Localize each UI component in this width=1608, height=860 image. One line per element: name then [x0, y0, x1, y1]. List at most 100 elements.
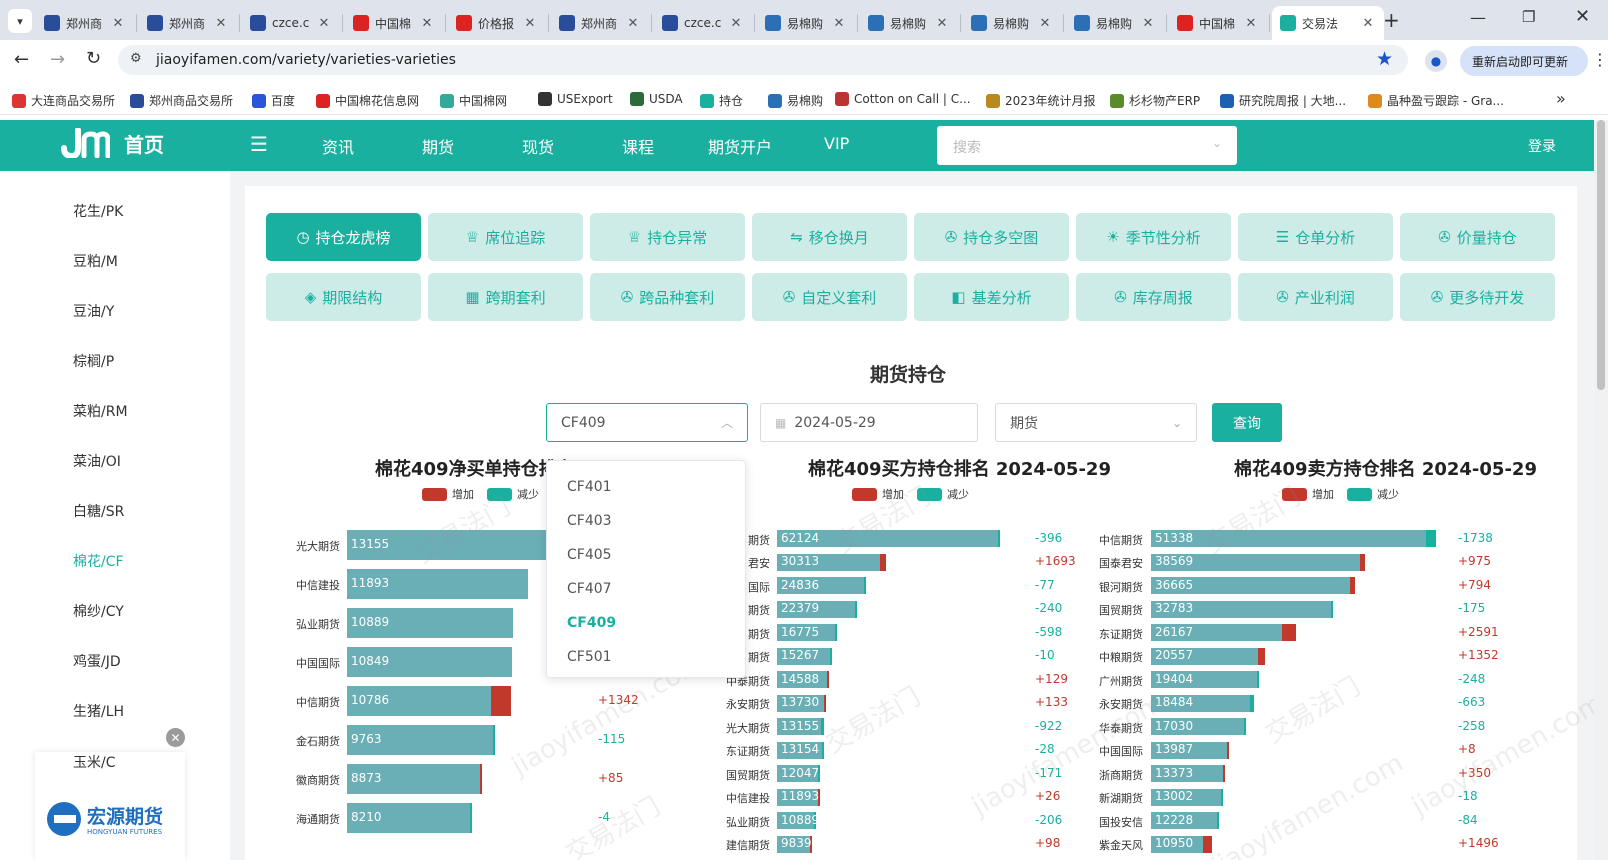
bar-mark[interactable]: 13154: [777, 741, 825, 759]
dropdown-option[interactable]: CF403: [567, 513, 612, 529]
bar-mark[interactable]: 8210: [347, 803, 472, 833]
sidebar-item[interactable]: 鸡蛋/JD: [73, 651, 121, 671]
bar-mark[interactable]: 38569: [1151, 553, 1366, 571]
contract-select[interactable]: CF409 ︿: [546, 403, 748, 442]
ad-banner[interactable]: 玉米/C 宏源期货 HONGYUAN FUTURES: [35, 752, 185, 860]
bookmark-item[interactable]: 易棉购: [768, 92, 823, 109]
bookmark-item[interactable]: 研究院周报 | 大地...: [1220, 92, 1346, 109]
new-tab-icon[interactable]: +: [1383, 8, 1400, 32]
browser-tab[interactable]: 郑州商 ✕: [551, 6, 649, 40]
url-field[interactable]: ⚙ jiaoyifamen.com/variety/varieties-vari…: [118, 45, 1408, 75]
bar-mark[interactable]: 11893: [347, 569, 528, 599]
bar-mark[interactable]: 9763: [347, 725, 496, 755]
bar-mark[interactable]: 13002: [1151, 788, 1224, 806]
browser-tab[interactable]: 易棉购 ✕: [963, 6, 1061, 40]
feature-button[interactable]: ♕ 持仓异常: [590, 213, 745, 261]
bar-mark[interactable]: 36665: [1151, 577, 1355, 594]
dropdown-option[interactable]: CF409: [567, 615, 616, 631]
feature-button[interactable]: ♕ 席位追踪: [428, 213, 583, 261]
feature-button[interactable]: ◈ 期限结构: [266, 273, 421, 321]
bar-mark[interactable]: 17030: [1151, 718, 1246, 735]
sidebar-item[interactable]: 豆粕/M: [73, 251, 118, 271]
feature-button[interactable]: ☰ 仓单分析: [1238, 213, 1393, 261]
nav-item[interactable]: 现货: [522, 134, 554, 158]
bookmark-item[interactable]: 中国棉花信息网: [316, 92, 419, 109]
feature-button[interactable]: ◧ 基差分析: [914, 273, 1069, 321]
site-info-icon[interactable]: ⚙: [130, 51, 142, 66]
browser-tab[interactable]: 郑州商 ✕: [36, 6, 134, 40]
browser-tab[interactable]: czce.c ✕: [654, 6, 752, 40]
bookmark-item[interactable]: USExport: [538, 92, 613, 106]
close-window-icon[interactable]: ✕: [1575, 6, 1590, 27]
nav-item[interactable]: 期货: [422, 134, 454, 158]
profile-icon[interactable]: ●: [1425, 50, 1447, 72]
bookmark-item[interactable]: 郑州商品交易所: [130, 92, 233, 109]
sidebar-item[interactable]: 豆油/Y: [73, 301, 114, 321]
bar-mark[interactable]: 10889: [347, 608, 513, 638]
bar-mark[interactable]: 20557: [1151, 647, 1266, 665]
sidebar-item[interactable]: 棕榈/P: [73, 351, 114, 371]
back-icon[interactable]: ←: [14, 49, 29, 70]
update-button[interactable]: 重新启动即可更新: [1460, 46, 1588, 76]
bookmark-item[interactable]: 持仓: [700, 92, 743, 109]
type-select[interactable]: 期货 ⌄: [995, 403, 1197, 442]
bar-mark[interactable]: 26167: [1151, 624, 1297, 641]
feature-button[interactable]: ⇋ 移仓换月: [752, 213, 907, 261]
bookmark-item[interactable]: Cotton on Call | C...: [835, 92, 971, 106]
bookmark-item[interactable]: 百度: [252, 92, 295, 109]
bookmark-item[interactable]: 晶种盈亏跟踪 - Gra...: [1368, 92, 1504, 109]
dropdown-option[interactable]: CF407: [567, 581, 612, 597]
bar-mark[interactable]: 19404: [1151, 671, 1259, 688]
feature-button[interactable]: ✇ 持仓多空图: [914, 213, 1069, 261]
nav-item[interactable]: VIP: [824, 134, 849, 153]
date-picker[interactable]: ▦ 2024-05-29: [760, 403, 978, 442]
ad-close-icon[interactable]: ✕: [166, 728, 185, 747]
bar-mark[interactable]: 11893: [777, 788, 820, 806]
bar-mark[interactable]: 10786: [347, 686, 511, 716]
bookmark-item[interactable]: 杉杉物产ERP: [1110, 92, 1200, 109]
close-tab-icon[interactable]: ✕: [213, 16, 229, 31]
bookmark-item[interactable]: 大连商品交易所: [12, 92, 115, 109]
close-tab-icon[interactable]: ✕: [1140, 16, 1156, 31]
browser-tab[interactable]: 易棉购 ✕: [1066, 6, 1164, 40]
nav-item[interactable]: 期货开户: [708, 134, 772, 158]
feature-button[interactable]: ☀ 季节性分析: [1076, 213, 1231, 261]
minimize-icon[interactable]: —: [1470, 8, 1486, 27]
reload-icon[interactable]: ↻: [86, 48, 101, 69]
feature-button[interactable]: ✇ 自定义套利: [752, 273, 907, 321]
feature-button[interactable]: ✇ 更多待开发: [1400, 273, 1555, 321]
bar-mark[interactable]: 10889: [777, 812, 819, 829]
bar-mark[interactable]: 13155: [777, 718, 825, 735]
close-tab-icon[interactable]: ✕: [419, 16, 435, 31]
browser-tab[interactable]: 中国棉 ✕: [1169, 6, 1267, 40]
nav-item[interactable]: 资讯: [322, 134, 354, 158]
nav-item[interactable]: 课程: [622, 134, 654, 158]
bookmark-star-icon[interactable]: ★: [1376, 48, 1393, 70]
bookmark-item[interactable]: USDA: [630, 92, 683, 106]
bar-mark[interactable]: 8873: [347, 764, 482, 794]
browser-tab[interactable]: 郑州商 ✕: [139, 6, 237, 40]
browser-tab[interactable]: 中国棉 ✕: [345, 6, 443, 40]
close-tab-icon[interactable]: ✕: [1243, 16, 1259, 31]
close-tab-icon[interactable]: ✕: [625, 16, 641, 31]
bar-mark[interactable]: 24836: [777, 577, 867, 594]
bar-mark[interactable]: 51338: [1151, 530, 1436, 547]
browser-tab[interactable]: 易棉购 ✕: [860, 6, 958, 40]
close-tab-icon[interactable]: ✕: [1037, 16, 1053, 31]
hamburger-icon[interactable]: ☰: [250, 132, 268, 156]
bar-mark[interactable]: 13987: [1151, 741, 1229, 759]
dropdown-option[interactable]: CF501: [567, 649, 612, 665]
close-tab-icon[interactable]: ✕: [1360, 16, 1376, 31]
sidebar-item[interactable]: 花生/PK: [73, 201, 123, 221]
restore-icon[interactable]: ❐: [1522, 8, 1535, 26]
browser-tab[interactable]: czce.c ✕: [242, 6, 340, 40]
feature-button[interactable]: ▦ 跨期套利: [428, 273, 583, 321]
close-tab-icon[interactable]: ✕: [316, 16, 332, 31]
bar-mark[interactable]: 15267: [777, 647, 832, 665]
sidebar-item-corn[interactable]: 玉米/C: [73, 752, 116, 772]
login-link[interactable]: 登录: [1528, 136, 1556, 156]
sidebar-item[interactable]: 菜粕/RM: [73, 401, 128, 421]
dropdown-option[interactable]: CF405: [567, 547, 612, 563]
bar-mark[interactable]: 9839: [777, 835, 813, 853]
close-tab-icon[interactable]: ✕: [728, 16, 744, 31]
